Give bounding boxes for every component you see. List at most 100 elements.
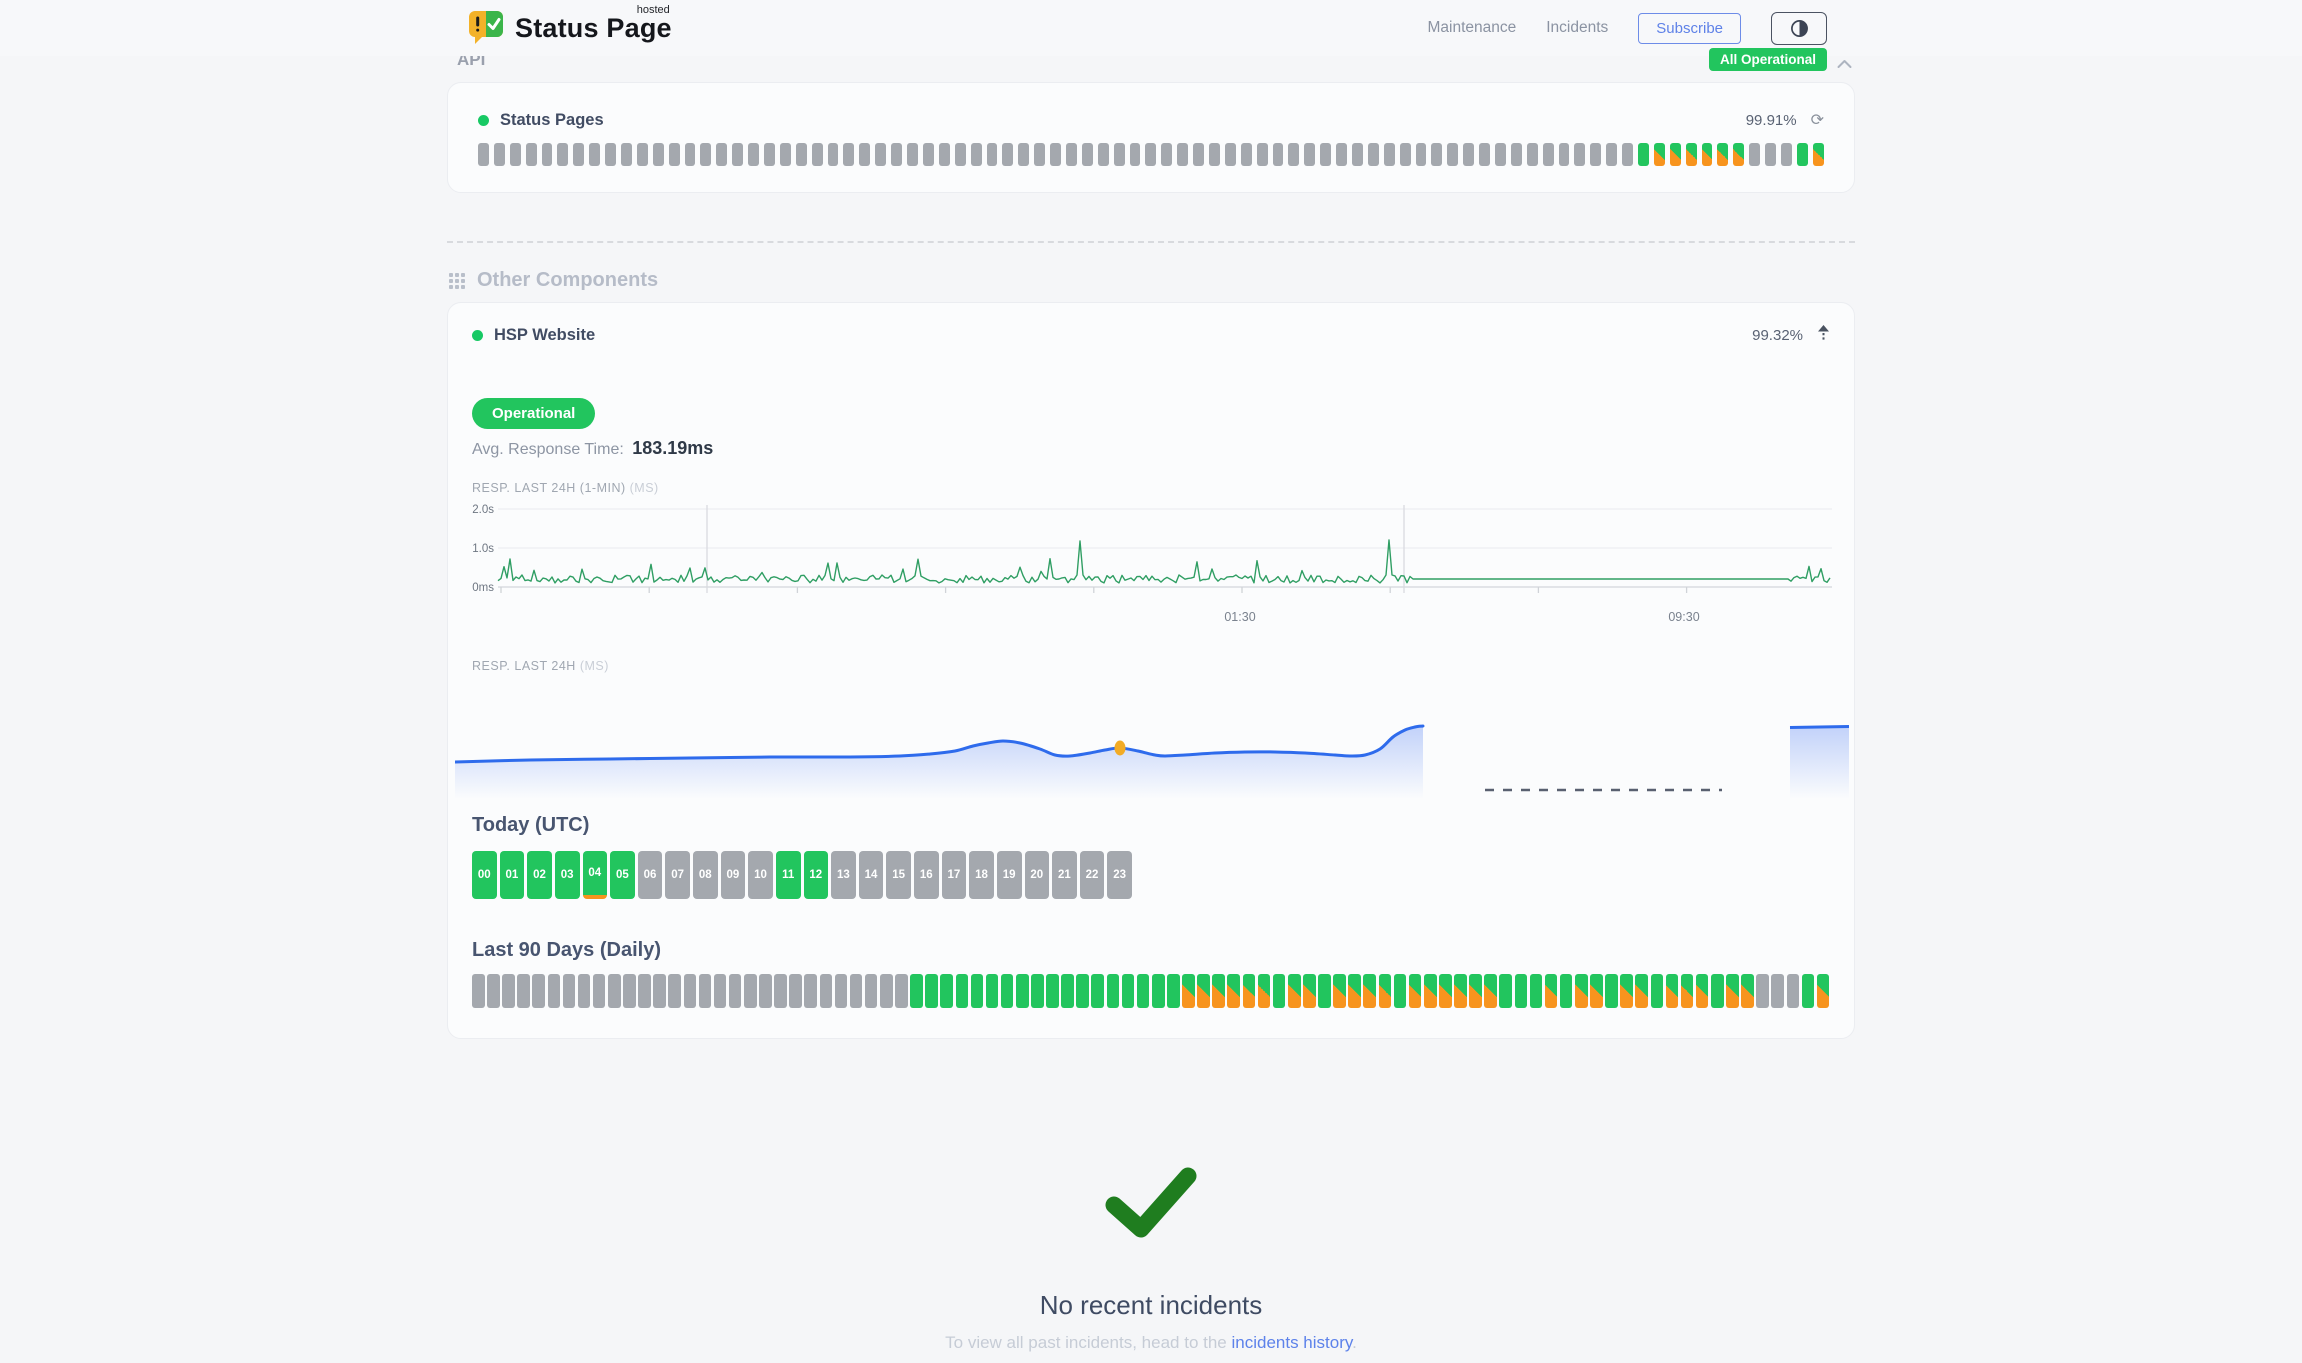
incidents-history-link[interactable]: incidents history — [1231, 1333, 1352, 1352]
uptime-bar-green — [1394, 974, 1407, 1008]
uptime-bar-grey — [700, 143, 711, 166]
uptime-bar-grey — [1384, 143, 1395, 166]
x-tick-0930: 09:30 — [1668, 610, 1699, 624]
uptime-bar-grey — [1479, 143, 1490, 166]
avg-response-value: 183.19ms — [632, 438, 713, 458]
response-area-right — [1790, 727, 1849, 800]
uptime-bar-split — [1545, 974, 1558, 1008]
hour-block-16: 16 — [914, 851, 939, 899]
uptime-bar-split — [1348, 974, 1361, 1008]
uptime-bar-split — [1590, 974, 1603, 1008]
uptime-bar-green — [1802, 974, 1815, 1008]
uptime-bar-grey — [880, 974, 893, 1008]
uptime-bar-grey — [510, 143, 521, 166]
grid-icon — [449, 273, 465, 289]
uptime-bar-grey — [478, 143, 489, 166]
arrow-up-icon[interactable] — [1817, 325, 1830, 346]
uptime-bar-green — [1711, 974, 1724, 1008]
uptime-bar-grey — [472, 974, 485, 1008]
uptime-bar-split — [1670, 143, 1681, 166]
nav-incidents[interactable]: Incidents — [1546, 19, 1608, 37]
refresh-icon[interactable]: ⟳ — [1811, 113, 1824, 129]
uptime-bar-grey — [1527, 143, 1538, 166]
uptime-bar-split — [1635, 974, 1648, 1008]
other-components-title: Other Components — [477, 269, 658, 292]
uptime-bar-grey — [828, 143, 839, 166]
chevron-up-icon[interactable] — [1837, 56, 1852, 74]
component-card: HSP Website 99.32% Operational Avg. Resp… — [447, 302, 1855, 1039]
uptime-bar-green — [986, 974, 999, 1008]
uptime-bar-split — [1454, 974, 1467, 1008]
today-hours-row: 0001020304050607080910111213141516171819… — [472, 851, 1132, 899]
uptime-bar-green — [940, 974, 953, 1008]
uptime-bar-grey — [685, 143, 696, 166]
avg-response-label: Avg. Response Time: — [472, 441, 624, 458]
main-nav: Maintenance Incidents Subscribe — [1427, 12, 1827, 45]
hour-block-21: 21 — [1052, 851, 1077, 899]
uptime-bar-green — [1046, 974, 1059, 1008]
y-tick-0ms: 0ms — [472, 582, 494, 594]
hour-block-22: 22 — [1080, 851, 1105, 899]
uptime-bar-grey — [774, 974, 787, 1008]
uptime-bar-grey — [1304, 143, 1315, 166]
hour-block-05: 05 — [610, 851, 635, 899]
uptime-bar-split — [1363, 974, 1376, 1008]
avg-response-row: Avg. Response Time: 183.19ms — [472, 438, 1830, 459]
uptime-bar-split — [1469, 974, 1482, 1008]
uptime-bar-grey — [764, 143, 775, 166]
uptime-bar-split — [1686, 143, 1697, 166]
uptime-bar-grey — [796, 143, 807, 166]
uptime-bar-grey — [1352, 143, 1363, 166]
chart-24h-label: RESP. LAST 24H (MS) — [472, 659, 1830, 673]
status-dot — [478, 115, 489, 126]
logo: hosted Status Page — [469, 11, 672, 46]
uptime-bar-grey — [1781, 143, 1792, 166]
uptime-bar-split — [1702, 143, 1713, 166]
response-line — [498, 540, 1830, 583]
uptime-bar-split — [1733, 143, 1744, 166]
uptime-bar-split — [1484, 974, 1497, 1008]
hour-block-13: 13 — [831, 851, 856, 899]
uptime-bar-grey — [502, 974, 515, 1008]
subscribe-button[interactable]: Subscribe — [1638, 13, 1741, 44]
uptime-bar-grey — [1114, 143, 1125, 166]
uptime-bar-split — [1288, 974, 1301, 1008]
no-incidents-section: No recent incidents To view all past inc… — [447, 1165, 1855, 1353]
uptime-bar-split — [1741, 974, 1754, 1008]
uptime-bar-grey — [1463, 143, 1474, 166]
uptime-bar-green — [1076, 974, 1089, 1008]
uptime-bar-grey — [668, 974, 681, 1008]
component-name: Status Pages — [500, 111, 604, 130]
theme-toggle-button[interactable] — [1771, 12, 1827, 45]
uptime-bar-grey — [1130, 143, 1141, 166]
uptime-bar-grey — [1787, 974, 1800, 1008]
uptime-bar-grey — [1002, 143, 1013, 166]
uptime-bar-grey — [859, 143, 870, 166]
uptime-bar-split — [1243, 974, 1256, 1008]
chart-24h-title: RESP. LAST 24H — [472, 659, 576, 673]
uptime-bar-grey — [895, 974, 908, 1008]
hour-block-17: 17 — [942, 851, 967, 899]
uptime-bar-grey — [1018, 143, 1029, 166]
nav-maintenance[interactable]: Maintenance — [1427, 19, 1516, 37]
uptime-bar-green — [1061, 974, 1074, 1008]
uptime-bar-grey — [875, 143, 886, 166]
uptime-bar-grey — [669, 143, 680, 166]
uptime-bar-grey — [1193, 143, 1204, 166]
uptime-bar-grey — [1273, 143, 1284, 166]
uptime-bar-split — [1303, 974, 1316, 1008]
uptime-bar-grey — [563, 974, 576, 1008]
uptime-bar-split — [1654, 143, 1665, 166]
component-name: HSP Website — [494, 326, 595, 345]
uptime-bar-grey — [589, 143, 600, 166]
uptime-bar-grey — [1368, 143, 1379, 166]
x-axis-ticks — [501, 587, 1832, 593]
last90-bars-row — [472, 974, 1830, 1008]
uptime-bar-grey — [939, 143, 950, 166]
uptime-bar-grey — [1161, 143, 1172, 166]
uptime-bar-grey — [987, 143, 998, 166]
subtitle-suffix: . — [1352, 1333, 1357, 1352]
hour-block-03: 03 — [555, 851, 580, 899]
uptime-bar-grey — [1511, 143, 1522, 166]
uptime-bar-green — [1638, 143, 1649, 166]
